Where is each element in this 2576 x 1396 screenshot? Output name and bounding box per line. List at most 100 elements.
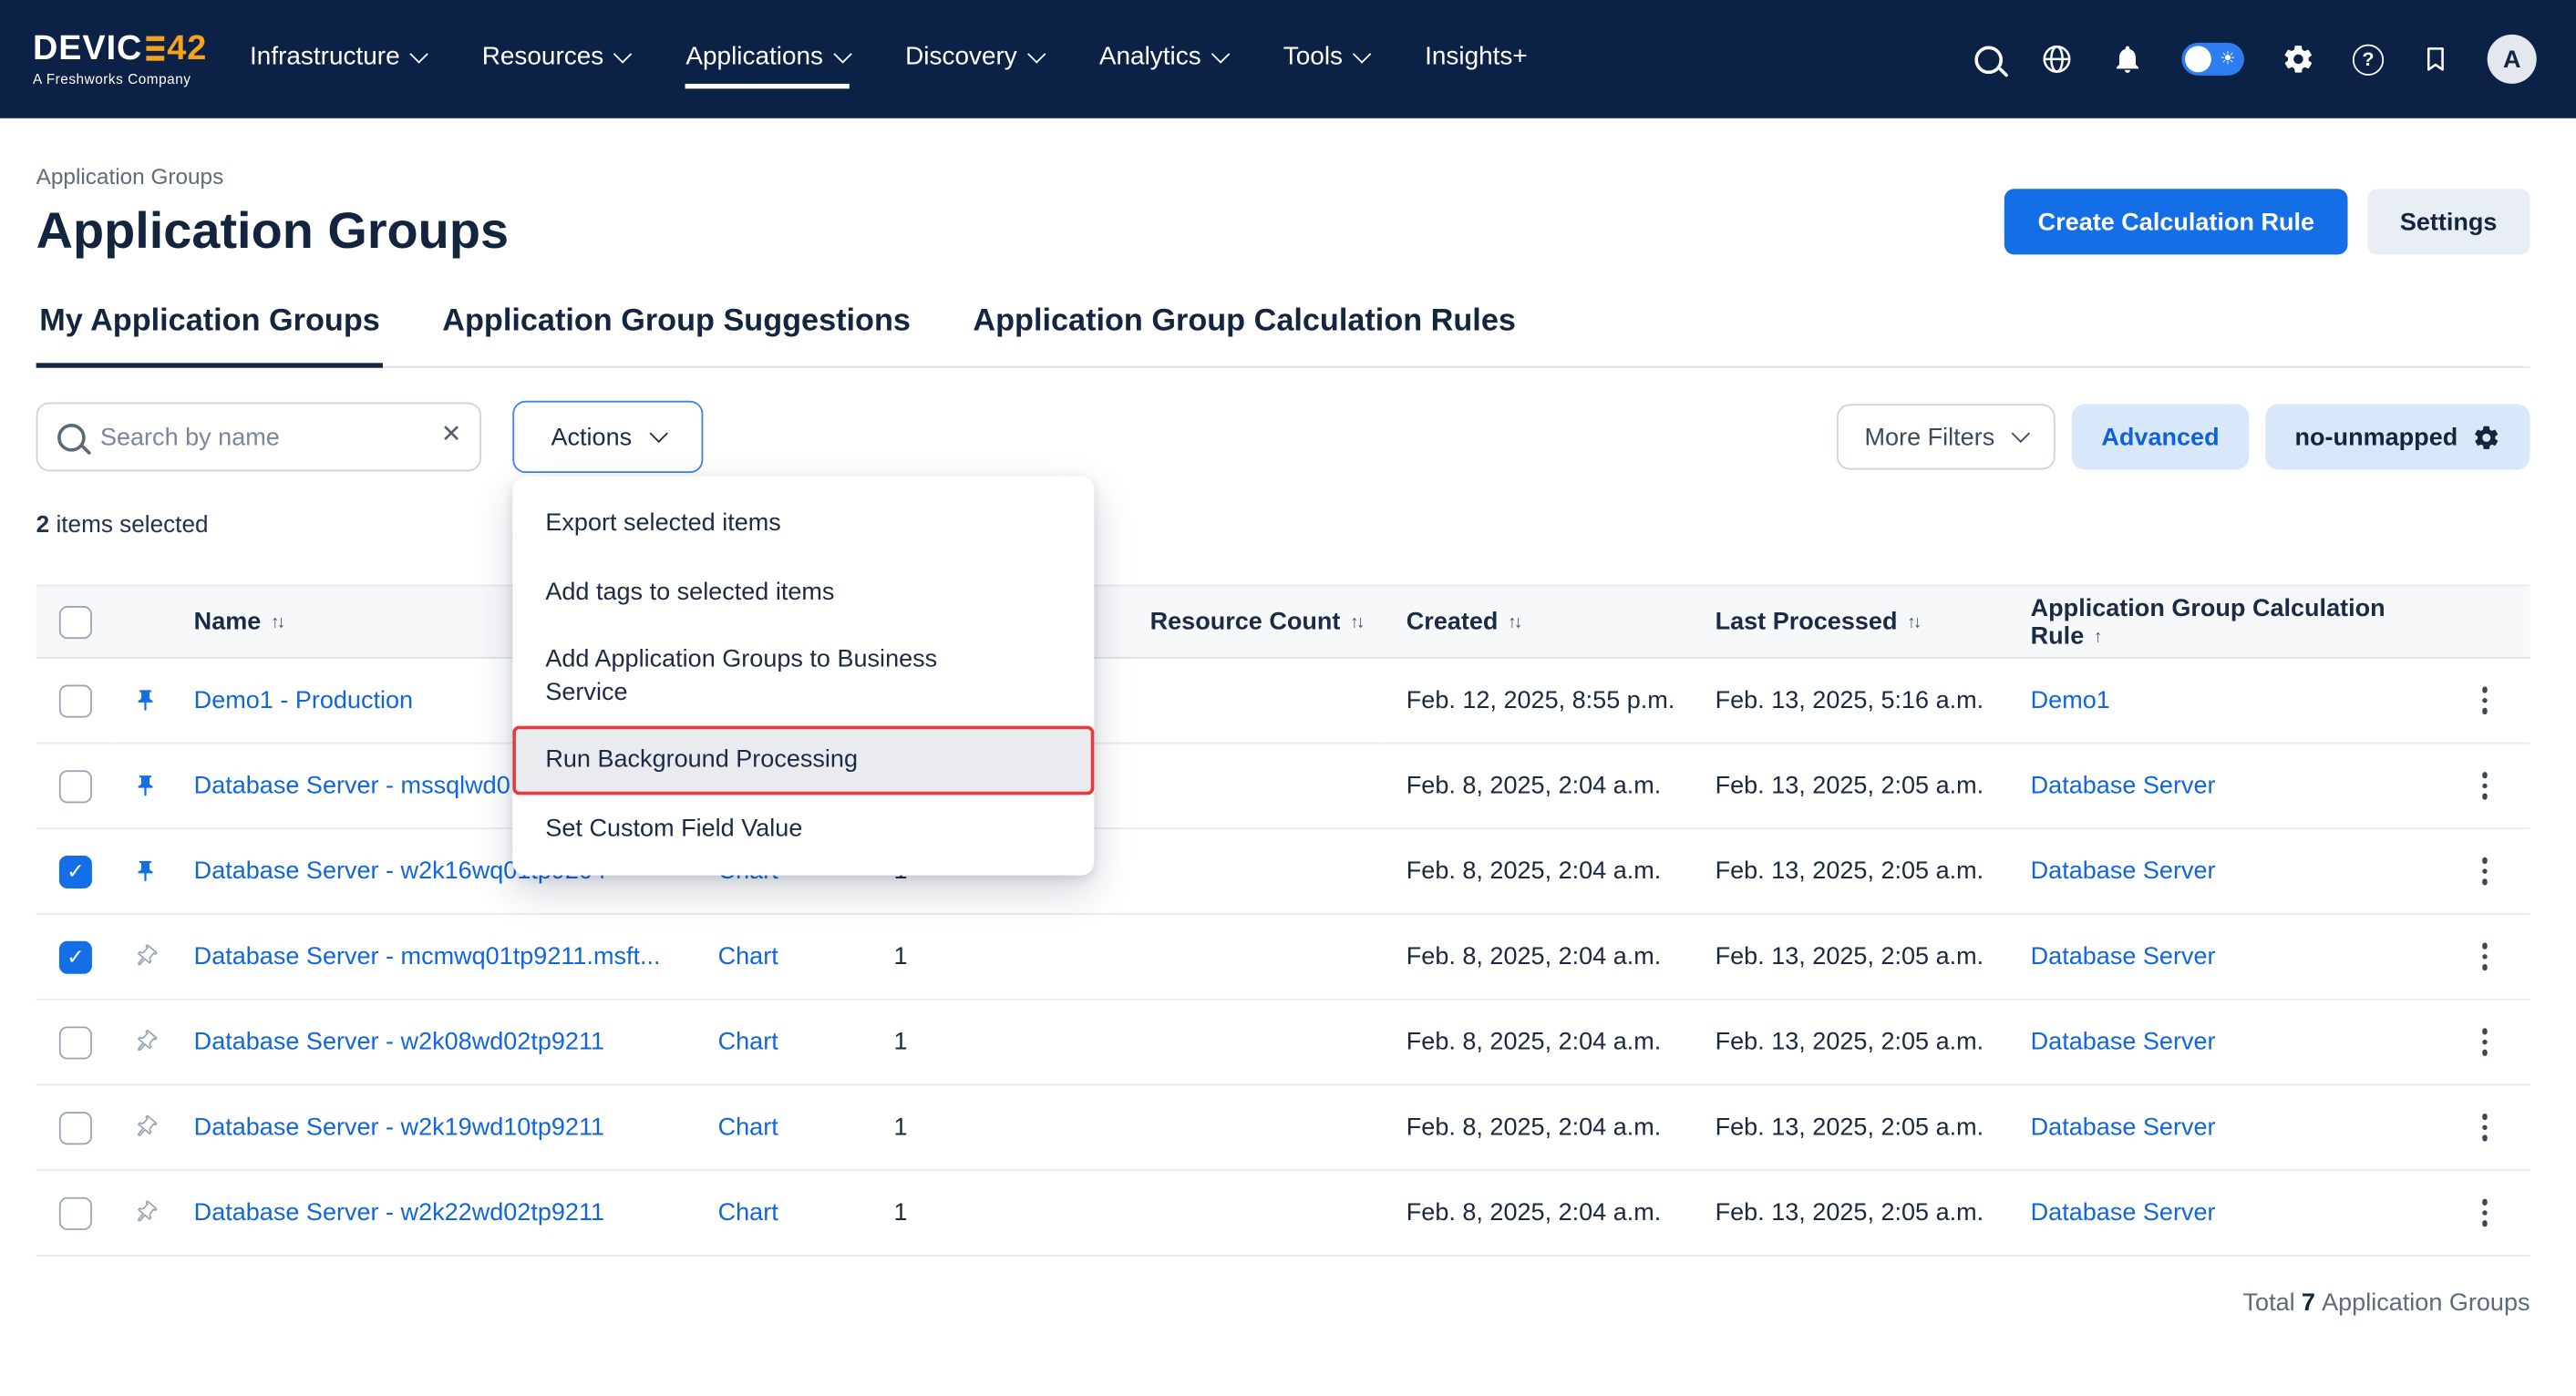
- toggle-knob: [2185, 46, 2211, 72]
- chevron-down-icon: [1027, 45, 1046, 63]
- chart-link[interactable]: Chart: [718, 1199, 778, 1227]
- resource-count-value: [1122, 1000, 1378, 1085]
- kebab-menu-icon[interactable]: [2468, 1199, 2501, 1227]
- chevron-down-icon: [1353, 45, 1371, 63]
- kebab-menu-icon[interactable]: [2468, 943, 2501, 970]
- breadcrumb[interactable]: Application Groups: [36, 164, 2530, 189]
- pin-icon[interactable]: [117, 688, 172, 713]
- menu-item-add-tags-to-selected-items[interactable]: Add tags to selected items: [512, 558, 1094, 626]
- group-name-link[interactable]: Demo1 - Production: [194, 686, 413, 714]
- pin-icon[interactable]: [117, 944, 172, 969]
- logo-subtitle: A Freshworks Company: [33, 70, 207, 87]
- column-header-calculation-rule[interactable]: Application Group Calculation Rule↑: [1999, 586, 2439, 658]
- menu-item-run-background-processing[interactable]: Run Background Processing: [512, 726, 1094, 795]
- group-name-link[interactable]: Database Server - mcmwq01tp9211.msft...: [194, 943, 661, 971]
- calc-rule-link[interactable]: Database Server: [2031, 857, 2216, 886]
- create-calculation-rule-button[interactable]: Create Calculation Rule: [2005, 189, 2348, 254]
- settings-button[interactable]: Settings: [2367, 189, 2530, 254]
- last-processed-value: Feb. 13, 2025, 2:05 a.m.: [1687, 828, 1999, 914]
- device42-logo[interactable]: DEVIC42 A Freshworks Company: [33, 31, 207, 87]
- group-name-link[interactable]: Database Server - w2k22wd02tp9211: [194, 1199, 604, 1227]
- calc-rule-link[interactable]: Database Server: [2031, 1114, 2216, 1142]
- column-header-created[interactable]: Created↑↓: [1378, 586, 1687, 658]
- sort-icon: ↑↓: [271, 612, 283, 632]
- resource-count-value: [1122, 1170, 1378, 1256]
- pin-icon[interactable]: [117, 859, 172, 884]
- select-all-checkbox[interactable]: [59, 605, 92, 638]
- calc-rule-link[interactable]: Database Server: [2031, 943, 2216, 971]
- globe-icon[interactable]: [2040, 43, 2073, 76]
- gear-icon[interactable]: [2282, 43, 2314, 76]
- column-header-pin: [115, 586, 174, 658]
- nav-item-discovery[interactable]: Discovery: [905, 29, 1043, 88]
- calc-rule-link[interactable]: Database Server: [2031, 1028, 2216, 1056]
- bookmark-icon[interactable]: [2422, 45, 2450, 74]
- saved-filter-button[interactable]: no-unmapped: [2265, 404, 2530, 469]
- group-name-link[interactable]: Database Server - mssqlwd0: [194, 772, 510, 800]
- sort-icon: ↑: [2094, 627, 2100, 647]
- main-nav: Infrastructure Resources Applications Di…: [250, 29, 1528, 88]
- kebab-menu-icon[interactable]: [2468, 687, 2501, 714]
- column-header-last-processed[interactable]: Last Processed↑↓: [1687, 586, 1999, 658]
- chart-link[interactable]: Chart: [718, 1028, 778, 1056]
- row-checkbox[interactable]: [59, 684, 92, 717]
- bell-icon[interactable]: [2111, 43, 2144, 76]
- calc-rule-link[interactable]: Database Server: [2031, 772, 2216, 800]
- row-checkbox[interactable]: [59, 1026, 92, 1059]
- column-header-actions: [2439, 586, 2530, 658]
- calc-rule-link[interactable]: Demo1: [2031, 686, 2110, 714]
- sort-icon: ↑↓: [1907, 612, 1920, 632]
- advanced-button[interactable]: Advanced: [2072, 404, 2249, 469]
- pin-icon[interactable]: [117, 1030, 172, 1054]
- created-value: Feb. 8, 2025, 2:04 a.m.: [1378, 1000, 1687, 1085]
- sort-icon: ↑↓: [1508, 612, 1520, 632]
- menu-item-export-selected-items[interactable]: Export selected items: [512, 489, 1094, 558]
- chart-link[interactable]: Chart: [718, 1114, 778, 1142]
- kebab-menu-icon[interactable]: [2468, 857, 2501, 885]
- group-name-link[interactable]: Database Server - w2k08wd02tp9211: [194, 1028, 604, 1056]
- pin-icon[interactable]: [117, 774, 172, 798]
- avatar[interactable]: A: [2488, 35, 2537, 84]
- tab-application-group-suggestions[interactable]: Application Group Suggestions: [439, 303, 914, 367]
- application-groups-table: Name↑↓ Resource Count↑↓ Created↑↓ Last P…: [36, 585, 2530, 1257]
- search-input[interactable]: [36, 403, 481, 472]
- created-value: Feb. 8, 2025, 2:04 a.m.: [1378, 1170, 1687, 1256]
- chevron-down-icon: [649, 425, 667, 443]
- kebab-menu-icon[interactable]: [2468, 1114, 2501, 1141]
- nav-item-applications[interactable]: Applications: [685, 29, 849, 88]
- group-name-link[interactable]: Database Server - w2k19wd10tp9211: [194, 1114, 604, 1142]
- calc-rule-link[interactable]: Database Server: [2031, 1199, 2216, 1227]
- nav-item-resources[interactable]: Resources: [482, 29, 630, 88]
- row-checkbox[interactable]: [59, 1196, 92, 1229]
- pin-icon[interactable]: [117, 1115, 172, 1140]
- table-row: Database Server - mssqlwd0 Feb. 8, 2025,…: [36, 744, 2530, 829]
- row-checkbox[interactable]: [59, 940, 92, 973]
- table-row: Database Server - w2k08wd02tp9211 Chart …: [36, 1000, 2530, 1085]
- navbar-right-icons: ☀ ? A: [1974, 35, 2536, 84]
- row-checkbox[interactable]: [59, 769, 92, 802]
- clear-search-icon[interactable]: ✕: [441, 419, 462, 448]
- help-icon[interactable]: ?: [2353, 44, 2384, 75]
- row-checkbox[interactable]: [59, 1111, 92, 1144]
- column-header-resource-count[interactable]: Resource Count↑↓: [1122, 586, 1378, 658]
- more-filters-button[interactable]: More Filters: [1837, 404, 2056, 469]
- tab-application-group-calculation-rules[interactable]: Application Group Calculation Rules: [970, 303, 1520, 367]
- kebab-menu-icon[interactable]: [2468, 772, 2501, 799]
- page-title: Application Groups: [36, 200, 509, 264]
- kebab-menu-icon[interactable]: [2468, 1028, 2501, 1055]
- chart-link[interactable]: Chart: [718, 943, 778, 971]
- nav-item-infrastructure[interactable]: Infrastructure: [250, 29, 426, 88]
- chevron-down-icon: [833, 45, 851, 63]
- pin-icon[interactable]: [117, 1200, 172, 1225]
- row-checkbox[interactable]: [59, 855, 92, 888]
- tab-my-application-groups[interactable]: My Application Groups: [36, 303, 384, 367]
- menu-item-set-custom-field-value[interactable]: Set Custom Field Value: [512, 794, 1094, 862]
- nav-item-tools[interactable]: Tools: [1283, 29, 1369, 88]
- nav-item-analytics[interactable]: Analytics: [1099, 29, 1228, 88]
- tab-bar: My Application Groups Application Group …: [36, 303, 2530, 367]
- theme-toggle[interactable]: ☀: [2181, 43, 2243, 76]
- search-icon[interactable]: [1974, 46, 2003, 74]
- menu-item-add-application-groups-to-business-service[interactable]: Add Application Groups to Business Servi…: [512, 626, 1094, 726]
- nav-item-insights-plus[interactable]: Insights+: [1425, 29, 1528, 88]
- actions-dropdown-button[interactable]: Actions: [512, 401, 703, 473]
